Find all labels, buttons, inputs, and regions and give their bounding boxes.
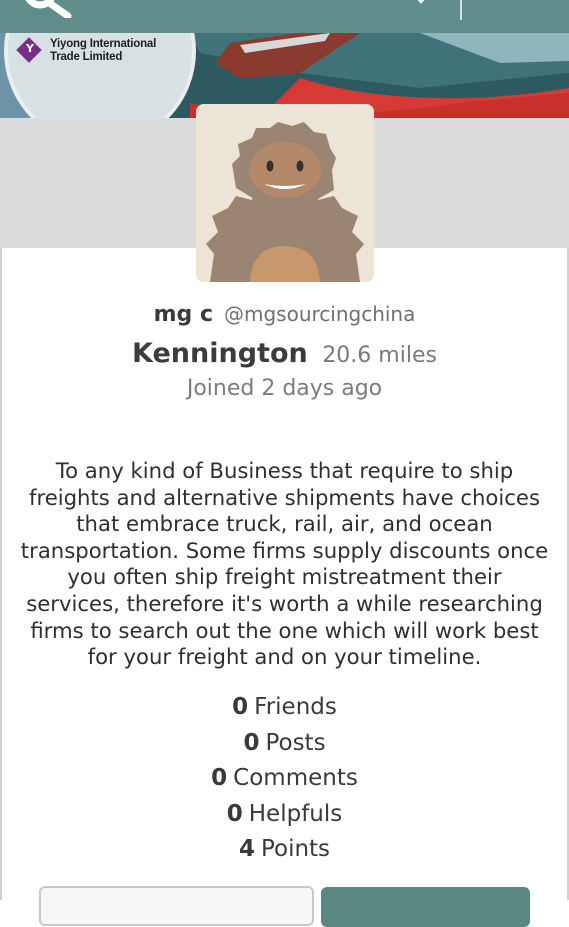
bio-line: services, therefore it's worth a while r…: [26, 590, 543, 616]
stat-count: 4: [238, 836, 255, 862]
bio-line: transportation. Some firms supply discou…: [20, 537, 549, 563]
profile-bio: To any kind of Business that require to …: [14, 458, 555, 671]
stat-label: Comments: [233, 765, 358, 791]
bio-line: for your freight and on your timeline.: [87, 644, 482, 670]
company-name: Yiyong International Trade Limited: [50, 38, 156, 64]
bio-line: firms to search out the one which will w…: [30, 617, 539, 643]
bio-line: To any kind of Business that require to …: [55, 458, 514, 483]
stat-count: 0: [232, 694, 249, 720]
bio-line: that embrace truck, rail, air, and ocean: [76, 511, 493, 537]
stat-label: Friends: [254, 694, 337, 720]
joined-date: Joined 2 days ago: [186, 376, 383, 401]
stat-label: Points: [260, 836, 331, 862]
company-badge-letter: Y: [26, 42, 34, 55]
stat-count: 0: [243, 729, 260, 756]
secondary-action-button[interactable]: [39, 886, 314, 926]
bio-line: you often ship freight mistreatment thei…: [67, 564, 502, 590]
location-name: Kennington: [132, 338, 308, 369]
stat-helpfuls[interactable]: 0 Helpfuls: [0, 801, 569, 827]
company-name-line-1: Yiyong International: [50, 38, 157, 50]
profile-avatar[interactable]: [196, 104, 374, 282]
display-name: mg c: [153, 302, 213, 327]
top-bar: [0, 0, 569, 33]
username-handle: @mgsourcingchina: [223, 302, 416, 326]
stat-comments[interactable]: 0 Comments: [0, 765, 569, 791]
stat-label: Posts: [265, 729, 326, 756]
profile-name-line: mg c @mgsourcingchina: [0, 302, 569, 327]
company-name-line-2: Trade Limited: [50, 51, 123, 63]
stat-posts[interactable]: 0 Posts: [0, 730, 569, 756]
header-divider: [460, 0, 462, 20]
stat-points[interactable]: 4 Points: [0, 836, 569, 862]
stat-count: 0: [226, 800, 243, 827]
stat-label: Helpfuls: [248, 800, 343, 827]
bio-line: freights and alternative shipments have …: [28, 484, 540, 510]
stat-friends[interactable]: 0 Friends: [0, 694, 569, 720]
profile-location-line: Kennington 20.6 miles: [0, 338, 569, 369]
primary-action-button[interactable]: [321, 887, 530, 927]
stat-count: 0: [211, 765, 228, 791]
header-icon[interactable]: [412, 0, 430, 8]
location-distance: 20.6 miles: [322, 343, 437, 368]
default-avatar-icon: [196, 104, 374, 282]
app-logo-icon[interactable]: [18, 0, 82, 18]
